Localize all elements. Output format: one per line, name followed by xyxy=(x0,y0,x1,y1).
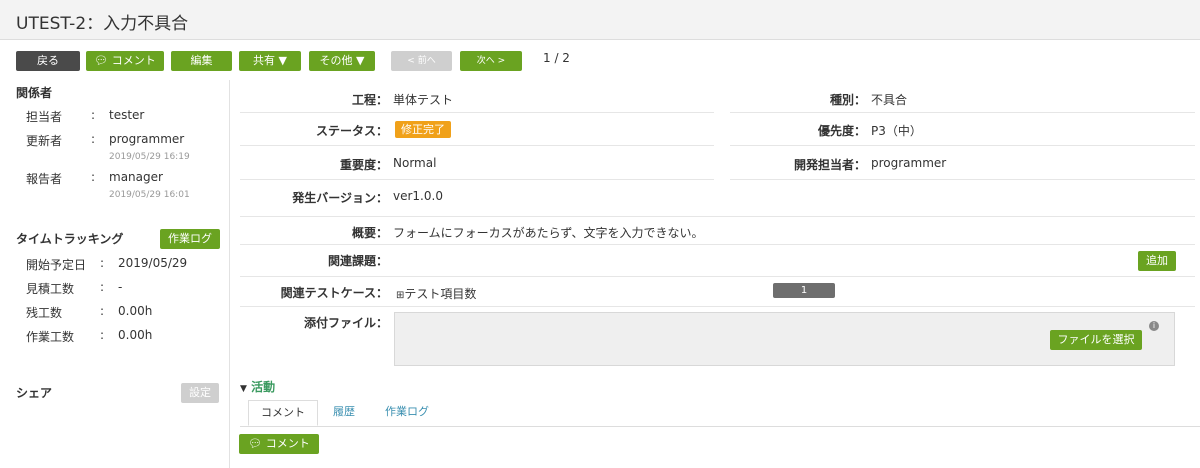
reporter-timestamp: 2019/05/29 16:01 xyxy=(109,190,190,200)
title-bar: UTEST-2：入力不具合 xyxy=(0,0,1200,40)
add-comment-label: コメント xyxy=(265,437,310,450)
share-settings-label: 設定 xyxy=(189,386,211,399)
attachment-label: 添付ファイル： xyxy=(303,316,388,330)
divider xyxy=(240,306,1195,307)
developer-value: programmer xyxy=(871,156,947,170)
related-issues-label: 関連課題： xyxy=(327,254,388,268)
next-button[interactable]: 次へ > xyxy=(460,51,522,71)
estimate-label: 見積工数 xyxy=(26,282,75,296)
activity-tabs: コメント 履歴 作業ログ xyxy=(240,400,1200,427)
worklog-label: 作業ログ xyxy=(168,232,212,245)
share-button[interactable]: 共有 ▼ xyxy=(239,51,301,71)
severity-value: Normal xyxy=(393,156,437,170)
page-title: UTEST-2：入力不具合 xyxy=(16,14,189,34)
testcase-count-badge: 1 xyxy=(773,283,835,298)
testcase-label: 関連テストケース： xyxy=(280,286,388,300)
summary-value: フォームにフォーカスがあたらず、文字を入力できない。 xyxy=(393,226,704,240)
testcase-value[interactable]: ⊞テスト項目数 xyxy=(396,285,476,302)
reporter-name: manager xyxy=(109,170,163,184)
comment-label: コメント xyxy=(111,54,156,67)
process-value: 単体テスト xyxy=(393,93,454,107)
back-label: 戻る xyxy=(37,54,59,67)
assignee-name: tester xyxy=(109,108,145,122)
remaining-sep: : xyxy=(100,304,105,318)
version-value: ver1.0.0 xyxy=(393,189,443,203)
divider xyxy=(730,179,1195,180)
updater-name: programmer xyxy=(109,132,185,146)
status-badge: 修正完了 xyxy=(395,121,451,138)
divider xyxy=(240,216,1195,217)
add-comment-button[interactable]: 💬︎ コメント xyxy=(239,434,319,454)
prev-button[interactable]: < 前へ xyxy=(391,51,452,71)
updater-label: 更新者 xyxy=(26,134,63,148)
divider xyxy=(240,145,714,146)
speech-bubble-icon: 💬︎ xyxy=(248,437,263,450)
version-label: 発生バージョン： xyxy=(292,191,388,205)
assignee-label: 担当者 xyxy=(26,110,63,124)
divider xyxy=(240,179,714,180)
choose-file-label: ファイルを選択 xyxy=(1057,333,1135,346)
estimate-value: - xyxy=(118,280,123,294)
divider xyxy=(240,244,1195,245)
share-heading: シェア xyxy=(16,386,53,400)
developer-label: 開発担当者： xyxy=(793,158,866,172)
assignee-sep: : xyxy=(91,108,96,122)
worklog-button[interactable]: 作業ログ xyxy=(160,229,220,249)
start-date-sep: : xyxy=(100,256,105,270)
add-related-button[interactable]: 追加 xyxy=(1138,251,1176,271)
start-date-value: 2019/05/29 xyxy=(118,256,188,270)
divider xyxy=(240,276,1195,277)
priority-value: P3（中） xyxy=(871,124,922,138)
edit-label: 編集 xyxy=(190,54,213,67)
worked-label: 作業工数 xyxy=(26,330,75,344)
severity-label: 重要度： xyxy=(339,158,388,172)
summary-label: 概要： xyxy=(351,226,388,240)
reporter-label: 報告者 xyxy=(26,172,63,186)
info-icon[interactable]: i xyxy=(1149,321,1159,331)
activity-heading-text: 活動 xyxy=(251,380,276,394)
divider xyxy=(730,112,1195,113)
other-button[interactable]: その他 ▼ xyxy=(309,51,375,71)
updater-sep: : xyxy=(91,132,96,146)
start-date-label: 開始予定日 xyxy=(26,258,87,272)
type-label: 種別： xyxy=(829,93,866,107)
reporter-sep: : xyxy=(91,170,96,184)
comment-button[interactable]: 💬︎ コメント xyxy=(86,51,164,71)
type-value: 不具合 xyxy=(871,93,908,107)
testcase-text: テスト項目数 xyxy=(404,287,477,301)
prev-label: < 前へ xyxy=(407,56,436,66)
activity-heading[interactable]: ▼ 活動 xyxy=(240,378,275,395)
tab-comment[interactable]: コメント xyxy=(248,400,318,426)
remaining-label: 残工数 xyxy=(26,306,63,320)
process-label: 工程： xyxy=(351,93,388,107)
updater-timestamp: 2019/05/29 16:19 xyxy=(109,152,190,162)
tab-worklog[interactable]: 作業ログ xyxy=(385,400,429,426)
share-label: 共有 ▼ xyxy=(253,54,287,67)
worked-value: 0.00h xyxy=(118,328,153,342)
pager-text: 1 / 2 xyxy=(543,51,570,65)
tab-history[interactable]: 履歴 xyxy=(333,400,355,426)
estimate-sep: : xyxy=(100,280,105,294)
people-heading: 関係者 xyxy=(16,86,53,100)
worked-sep: : xyxy=(100,328,105,342)
collapse-triangle-icon: ▼ xyxy=(240,384,247,394)
divider xyxy=(730,145,1195,146)
status-label: ステータス： xyxy=(315,124,388,138)
priority-label: 優先度： xyxy=(817,124,866,138)
choose-file-button[interactable]: ファイルを選択 xyxy=(1050,330,1142,350)
other-label: その他 ▼ xyxy=(319,54,365,67)
remaining-value: 0.00h xyxy=(118,304,153,318)
edit-button[interactable]: 編集 xyxy=(171,51,232,71)
back-button[interactable]: 戻る xyxy=(16,51,80,71)
divider xyxy=(240,112,714,113)
add-label: 追加 xyxy=(1146,254,1168,267)
speech-bubble-icon: 💬︎ xyxy=(94,54,109,67)
share-settings-button[interactable]: 設定 xyxy=(181,383,219,403)
time-tracking-heading: タイムトラッキング xyxy=(16,232,124,246)
next-label: 次へ > xyxy=(476,56,506,66)
